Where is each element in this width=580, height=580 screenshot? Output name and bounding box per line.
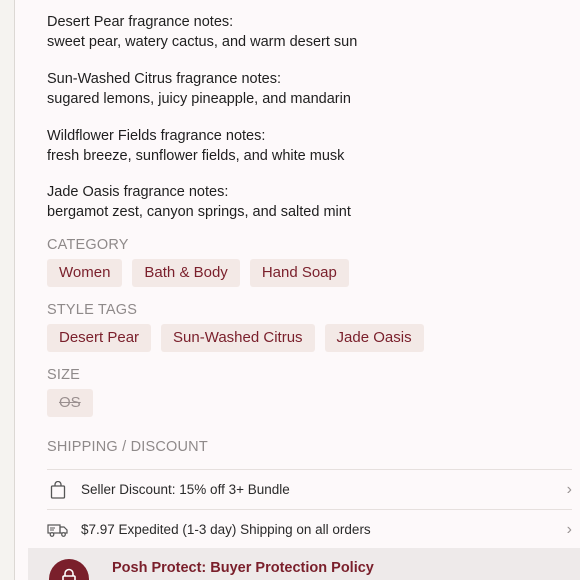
fragrance-note-title: Jade Oasis fragrance notes: — [47, 184, 229, 200]
size-chip-os: OS — [47, 389, 93, 417]
listing-details-panel: Desert Pear fragrance notes: sweet pear,… — [15, 0, 580, 580]
lock-icon — [49, 559, 89, 580]
style-tag-jade-oasis[interactable]: Jade Oasis — [324, 324, 424, 352]
size-chips: OS — [47, 389, 93, 417]
shipping-discount-label: SHIPPING / DISCOUNT — [47, 439, 208, 455]
fragrance-note-block: Jade Oasis fragrance notes: bergamot zes… — [47, 182, 351, 222]
seller-discount-row[interactable]: Seller Discount: 15% off 3+ Bundle › — [47, 469, 572, 509]
style-tag-desert-pear[interactable]: Desert Pear — [47, 324, 152, 352]
fragrance-note-block: Desert Pear fragrance notes: sweet pear,… — [47, 12, 357, 52]
category-chip-hand-soap[interactable]: Hand Soap — [249, 259, 349, 287]
style-tag-sun-washed-citrus[interactable]: Sun-Washed Citrus — [161, 324, 315, 352]
chevron-right-icon: › — [566, 480, 572, 498]
category-label: CATEGORY — [47, 237, 129, 253]
truck-icon — [47, 520, 69, 540]
style-tags-label: STYLE TAGS — [47, 302, 138, 318]
fragrance-note-title: Desert Pear fragrance notes: — [47, 14, 234, 30]
seller-discount-text: Seller Discount: 15% off 3+ Bundle — [81, 482, 290, 497]
fragrance-note-block: Sun-Washed Citrus fragrance notes: sugar… — [47, 69, 351, 109]
category-chip-bath-body[interactable]: Bath & Body — [132, 259, 240, 287]
category-chip-women[interactable]: Women — [47, 259, 123, 287]
fragrance-note-text: sweet pear, watery cactus, and warm dese… — [47, 34, 358, 50]
size-label: SIZE — [47, 367, 81, 383]
fragrance-note-text: sugared lemons, juicy pineapple, and man… — [47, 91, 351, 107]
fragrance-note-block: Wildflower Fields fragrance notes: fresh… — [47, 126, 344, 166]
fragrance-note-text: fresh breeze, sunflower fields, and whit… — [47, 148, 345, 164]
shipping-text: $7.97 Expedited (1-3 day) Shipping on al… — [81, 522, 371, 537]
posh-protect-banner[interactable]: Posh Protect: Buyer Protection Policy — [28, 548, 580, 580]
chevron-right-icon: › — [566, 520, 572, 538]
fragrance-note-title: Wildflower Fields fragrance notes: — [47, 128, 266, 144]
shipping-row[interactable]: $7.97 Expedited (1-3 day) Shipping on al… — [47, 509, 572, 549]
posh-protect-title[interactable]: Posh Protect: Buyer Protection Policy — [112, 560, 374, 576]
category-chips: Women Bath & Body Hand Soap — [47, 259, 349, 287]
fragrance-note-title: Sun-Washed Citrus fragrance notes: — [47, 71, 281, 87]
shopping-bag-icon — [47, 480, 69, 500]
style-tag-chips: Desert Pear Sun-Washed Citrus Jade Oasis — [47, 324, 424, 352]
fragrance-note-text: bergamot zest, canyon springs, and salte… — [47, 204, 351, 220]
